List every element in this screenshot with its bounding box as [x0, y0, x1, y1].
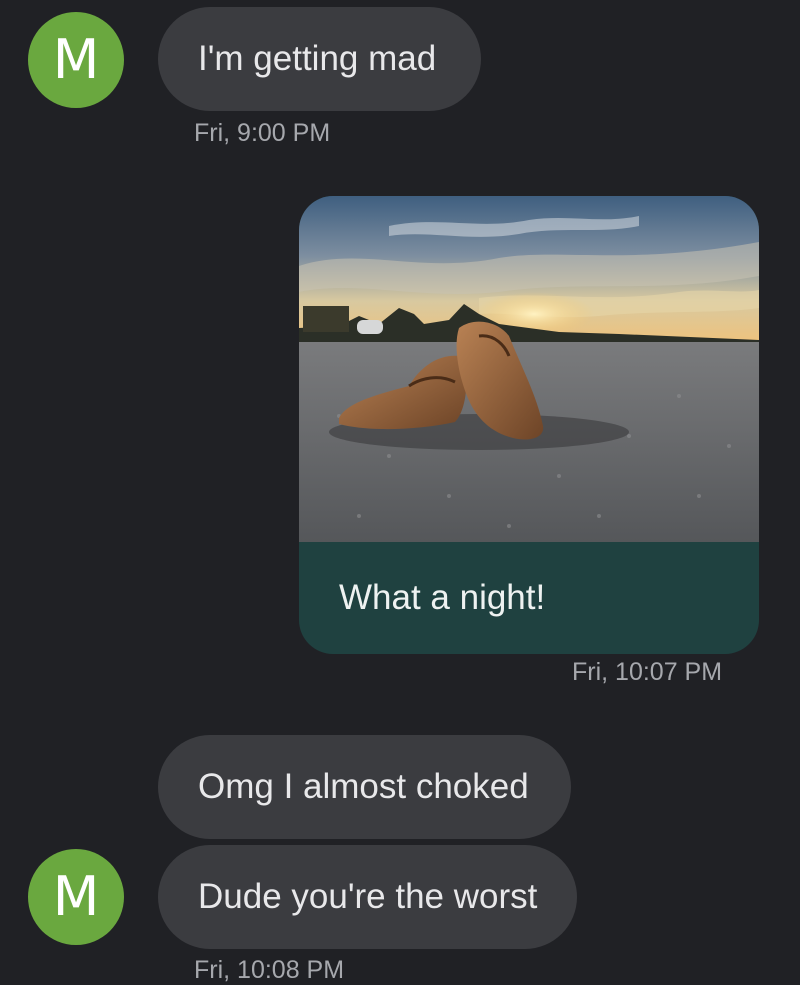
- message-bubble-incoming[interactable]: Omg I almost choked: [158, 735, 571, 839]
- contact-avatar[interactable]: M: [28, 12, 124, 108]
- message-timestamp: Fri, 9:00 PM: [194, 119, 331, 147]
- message-bubble-incoming[interactable]: Dude you're the worst: [158, 845, 577, 949]
- message-timestamp: Fri, 10:08 PM: [194, 956, 345, 984]
- contact-avatar[interactable]: M: [28, 849, 124, 945]
- message-bubble-outgoing[interactable]: What a night!: [299, 196, 759, 654]
- message-caption: What a night!: [339, 578, 546, 617]
- message-bubble-incoming[interactable]: I'm getting mad: [158, 7, 481, 111]
- photo-attachment[interactable]: [299, 196, 759, 542]
- message-timestamp: Fri, 10:07 PM: [572, 658, 723, 686]
